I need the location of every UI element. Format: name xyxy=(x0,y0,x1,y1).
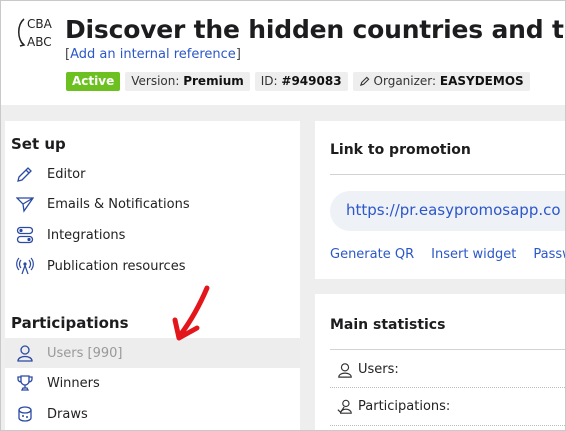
setup-heading: Set up xyxy=(11,135,66,153)
menu-item-editor[interactable]: Editor xyxy=(5,159,300,189)
app-frame: CBA ABC Discover the hidden countries an… xyxy=(0,0,566,431)
red-arrow-icon xyxy=(172,285,210,341)
menu-item-label: Integrations xyxy=(47,227,126,243)
organizer-badge[interactable]: Organizer: EASYDEMOS xyxy=(352,72,530,91)
pencil-icon xyxy=(359,76,369,87)
participations-icon xyxy=(337,399,352,414)
internal-reference: [Add an internal reference] xyxy=(65,47,241,62)
stat-row-participations: Participations: xyxy=(330,389,565,425)
trophy-icon xyxy=(17,375,33,391)
menu-item-draws[interactable]: Draws xyxy=(5,399,300,429)
menu-item-label: Emails & Notifications xyxy=(47,196,190,212)
svg-text:ABC: ABC xyxy=(27,35,52,49)
user-icon xyxy=(17,345,33,362)
menu-item-integrations[interactable]: Integrations xyxy=(5,220,300,250)
menu-item-winners[interactable]: Winners xyxy=(5,368,300,398)
draw-icon xyxy=(18,406,32,422)
user-icon xyxy=(338,363,352,378)
id-badge: ID: #949083 xyxy=(254,72,348,91)
promotion-url[interactable]: https://pr.easypromosapp.co xyxy=(346,201,561,219)
status-badge: Active xyxy=(66,72,121,91)
participations-heading: Participations xyxy=(11,314,129,332)
divider xyxy=(330,174,565,175)
stat-label: Users: xyxy=(358,362,399,377)
toggle-icon xyxy=(16,226,34,244)
menu-item-label: Winners xyxy=(47,375,100,391)
insert-widget-link[interactable]: Insert widget xyxy=(431,247,516,262)
promotion-url-box[interactable]: https://pr.easypromosapp.co xyxy=(330,191,565,231)
menu-item-label: Publication resources xyxy=(47,258,186,274)
divider xyxy=(330,425,565,426)
status-badges: Active Version: Premium ID: #949083 Orga… xyxy=(66,72,530,91)
menu-item-label: Editor xyxy=(47,166,86,182)
sidebar-menu: Set up Editor Emails & Notifications Int… xyxy=(5,121,300,430)
promotion-actions: Generate QR Insert widget Passw xyxy=(330,247,565,262)
app-logo: CBA ABC xyxy=(15,13,55,53)
page-title: Discover the hidden countries and travel xyxy=(65,15,565,44)
stat-row-users: Users: xyxy=(330,352,565,388)
card-title: Main statistics xyxy=(330,317,446,333)
pencil-icon xyxy=(17,167,32,182)
menu-item-publication-resources[interactable]: Publication resources xyxy=(5,251,300,281)
add-internal-reference-link[interactable]: Add an internal reference xyxy=(70,47,236,62)
password-link[interactable]: Passw xyxy=(533,247,565,262)
generate-qr-link[interactable]: Generate QR xyxy=(330,247,414,262)
broadcast-icon xyxy=(16,257,34,275)
menu-item-label: Draws xyxy=(47,406,88,422)
main-statistics-card: Main statistics Users: Participations: xyxy=(315,294,565,430)
svg-text:CBA: CBA xyxy=(27,17,53,31)
menu-item-users[interactable]: Users [990] xyxy=(5,338,300,368)
divider xyxy=(330,387,565,388)
version-badge: Version: Premium xyxy=(125,72,250,91)
link-to-promotion-card: Link to promotion https://pr.easypromosa… xyxy=(315,121,565,279)
stat-label: Participations: xyxy=(358,399,451,414)
paper-plane-icon xyxy=(16,197,34,213)
menu-item-label: Users [990] xyxy=(47,345,123,361)
menu-item-emails-notifications[interactable]: Emails & Notifications xyxy=(5,189,300,219)
divider xyxy=(330,349,565,350)
card-title: Link to promotion xyxy=(330,142,471,158)
